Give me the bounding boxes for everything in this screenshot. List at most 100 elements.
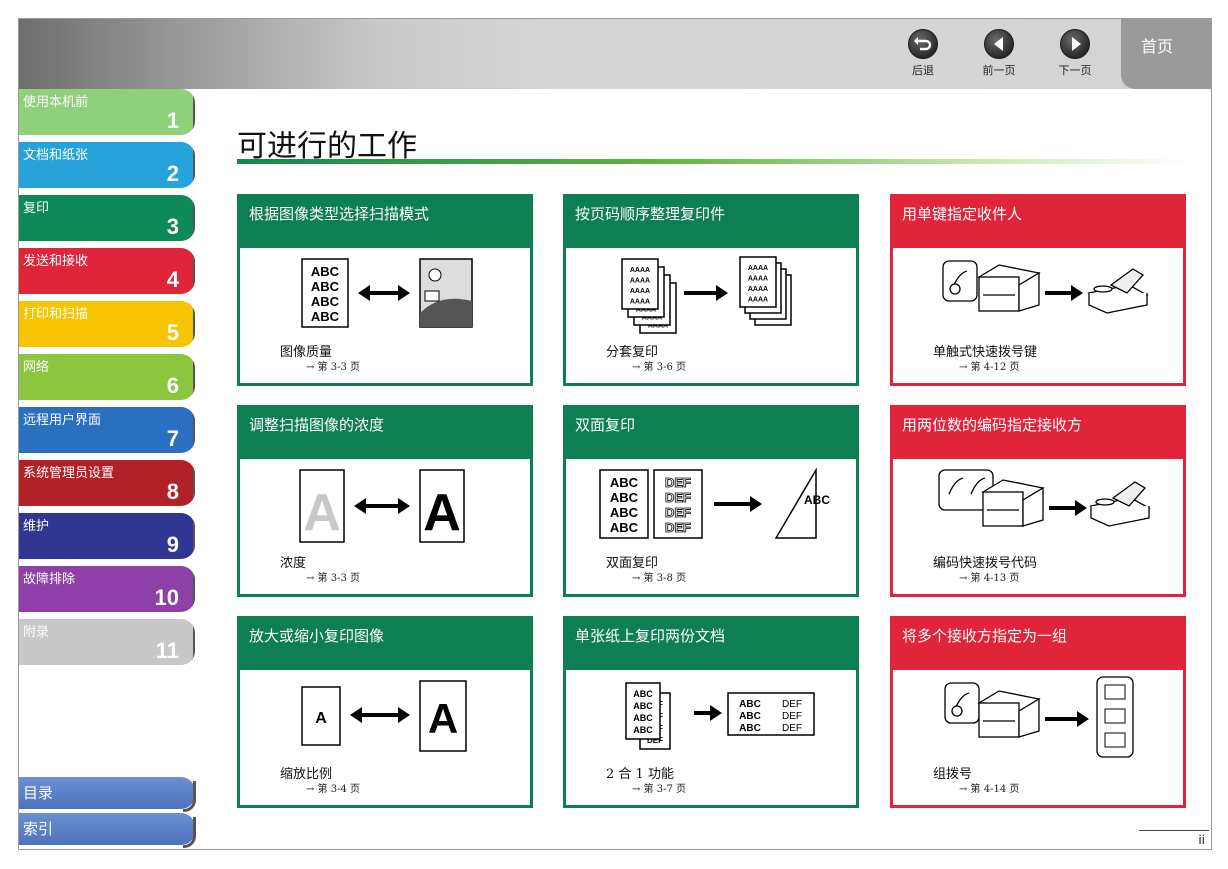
chapter-tab-1[interactable]: 使用本机前 1 bbox=[19, 89, 195, 135]
svg-text:AAAA: AAAA bbox=[630, 277, 650, 284]
page-reference-link[interactable]: → 第 3-6 页 bbox=[632, 358, 686, 373]
chapter-tab-label: 网络 bbox=[23, 360, 50, 375]
chapter-tab-6[interactable]: 网络 6 bbox=[19, 354, 195, 400]
chapter-tab-label: 故障排除 bbox=[23, 572, 76, 587]
chapter-tab-11[interactable]: 附录 11 bbox=[19, 619, 195, 665]
top-toolbar: 后退 前一页 下一页 首页 bbox=[19, 19, 1211, 89]
feature-card-image-quality[interactable]: 根据图像类型选择扫描模式 ABC ABC ABC ABC 图像质量 → 第 3-3 页 bbox=[237, 194, 533, 386]
previous-page-label: 前一页 bbox=[982, 64, 1016, 77]
svg-text:AAAA: AAAA bbox=[748, 296, 768, 303]
chapter-tab-4[interactable]: 发送和接收 4 bbox=[19, 248, 195, 294]
zoom-illustration: AA bbox=[240, 675, 530, 759]
svg-text:ABC: ABC bbox=[633, 701, 653, 711]
feature-card-two-on-one[interactable]: 单张纸上复印两份文档DEFDEFDEFDEFABCABCABCABCABCABC… bbox=[563, 616, 859, 808]
feature-card-title: 用两位数的编码指定接收方 bbox=[893, 408, 1183, 459]
title-underline bbox=[237, 159, 1187, 164]
home-tab[interactable]: 首页 bbox=[1121, 19, 1211, 89]
page-number-rule bbox=[1139, 830, 1209, 831]
svg-text:ABC: ABC bbox=[739, 723, 761, 734]
svg-text:ABC: ABC bbox=[610, 475, 639, 490]
svg-text:ABC: ABC bbox=[610, 490, 639, 505]
feature-card-two-sided[interactable]: 双面复印 ABC ABC ABC ABC DEF DEF DEF DEF ABC 双面复印 → 第 3… bbox=[563, 405, 859, 597]
page-reference-link[interactable]: → 第 4-12 页 bbox=[959, 358, 1019, 373]
svg-text:AAAA: AAAA bbox=[630, 298, 650, 305]
svg-text:A: A bbox=[303, 484, 341, 542]
chapter-tab-number: 8 bbox=[166, 479, 179, 504]
two-sided-illustration: ABC ABC ABC ABC DEF DEF DEF DEF ABC bbox=[566, 464, 856, 548]
chapter-tab-label: 复印 bbox=[23, 201, 50, 216]
svg-text:ABC: ABC bbox=[610, 505, 639, 520]
feature-card-density[interactable]: 调整扫描图像的浓度 A A 浓度 → 第 3-3 页 bbox=[237, 405, 533, 597]
page-reference-link[interactable]: → 第 3-8 页 bbox=[632, 569, 686, 584]
svg-text:DEF: DEF bbox=[665, 505, 691, 520]
triangle-left-icon bbox=[984, 29, 1014, 59]
feature-card-group-dial[interactable]: 将多个接收方指定为一组 组拨号 → 第 4-14 页 bbox=[890, 616, 1186, 808]
svg-text:DEF: DEF bbox=[665, 490, 691, 505]
page-reference-link[interactable]: → 第 3-4 页 bbox=[306, 780, 360, 795]
chapter-sidebar: 使用本机前 1 文档和纸张 2 复印 3 发送和接收 4 打印和扫描 5 网络 6 远程用户界面 7 系统管… bbox=[19, 89, 201, 849]
svg-text:DEF: DEF bbox=[665, 475, 691, 490]
svg-text:AAAA: AAAA bbox=[630, 288, 650, 295]
svg-text:ABC: ABC bbox=[739, 711, 761, 722]
page-number: ii bbox=[1198, 833, 1205, 847]
feature-card-one-touch[interactable]: 用单键指定收件人 单触式快速拨号键 → 第 4-12 页 bbox=[890, 194, 1186, 386]
svg-text:AAAA: AAAA bbox=[748, 275, 768, 282]
next-page-button[interactable]: 下一页 bbox=[1049, 29, 1101, 78]
contents-tab[interactable]: 目录 bbox=[19, 777, 196, 812]
feature-card-title: 用单键指定收件人 bbox=[893, 197, 1183, 248]
one-touch-illustration bbox=[893, 253, 1183, 337]
back-label: 后退 bbox=[912, 64, 934, 77]
chapter-tab-label: 附录 bbox=[23, 625, 50, 640]
chapter-tab-number: 6 bbox=[166, 373, 179, 398]
svg-text:ABC: ABC bbox=[739, 699, 761, 710]
svg-text:ABC: ABC bbox=[610, 520, 639, 535]
next-page-label: 下一页 bbox=[1058, 64, 1092, 77]
feature-card-title: 按页码顺序整理复印件 bbox=[566, 197, 856, 248]
chapter-tab-number: 5 bbox=[166, 320, 179, 345]
chapter-tab-label: 使用本机前 bbox=[23, 95, 89, 110]
svg-text:ABC: ABC bbox=[633, 689, 653, 699]
svg-text:DEF: DEF bbox=[782, 711, 802, 722]
chapter-tab-label: 打印和扫描 bbox=[23, 307, 89, 322]
svg-text:AAAA: AAAA bbox=[748, 286, 768, 293]
chapter-tab-number: 1 bbox=[166, 108, 179, 133]
svg-text:ABC: ABC bbox=[311, 309, 340, 324]
chapter-tab-label: 远程用户界面 bbox=[23, 413, 102, 428]
feature-card-title: 单张纸上复印两份文档 bbox=[566, 619, 856, 670]
feature-card-title: 将多个接收方指定为一组 bbox=[893, 619, 1183, 670]
feature-card-coded-dial[interactable]: 用两位数的编码指定接收方 编码快速拨号代码 → 第 4-13 页 bbox=[890, 405, 1186, 597]
feature-card-caption: 浓度 bbox=[280, 556, 307, 571]
svg-text:A: A bbox=[315, 710, 327, 727]
svg-text:DEF: DEF bbox=[782, 699, 802, 710]
previous-page-button[interactable]: 前一页 bbox=[973, 29, 1025, 78]
page-reference-link[interactable]: → 第 4-13 页 bbox=[959, 569, 1019, 584]
chapter-tab-number: 9 bbox=[166, 532, 179, 557]
svg-text:A: A bbox=[423, 484, 461, 542]
chapter-tab-label: 文档和纸张 bbox=[23, 148, 89, 163]
collate-illustration: AAAA AAAA AAAA AAAA AAAA AAAA AAAA AAAA AAAA AAAA… bbox=[566, 253, 856, 337]
chapter-tab-9[interactable]: 维护 9 bbox=[19, 513, 195, 559]
page-reference-link[interactable]: → 第 3-3 页 bbox=[306, 569, 360, 584]
index-tab[interactable]: 索引 bbox=[19, 813, 196, 848]
page-reference-link[interactable]: → 第 3-7 页 bbox=[632, 780, 686, 795]
feature-card-collate[interactable]: 按页码顺序整理复印件 AAAA AAAA AAAA AAAA AAAA AAAA AAAA AA… bbox=[563, 194, 859, 386]
chapter-tab-7[interactable]: 远程用户界面 7 bbox=[19, 407, 195, 453]
chapter-tab-10[interactable]: 故障排除 10 bbox=[19, 566, 195, 612]
svg-text:ABC: ABC bbox=[311, 279, 340, 294]
chapter-tab-2[interactable]: 文档和纸张 2 bbox=[19, 142, 195, 188]
triangle-right-icon bbox=[1060, 29, 1090, 59]
back-button[interactable]: 后退 bbox=[897, 29, 949, 78]
chapter-tab-3[interactable]: 复印 3 bbox=[19, 195, 195, 241]
chapter-tab-5[interactable]: 打印和扫描 5 bbox=[19, 301, 195, 347]
feature-card-title: 双面复印 bbox=[566, 408, 856, 459]
chapter-tab-8[interactable]: 系统管理员设置 8 bbox=[19, 460, 195, 506]
svg-text:AAAA: AAAA bbox=[748, 265, 768, 272]
svg-text:ABC: ABC bbox=[311, 264, 340, 279]
chapter-tab-label: 维护 bbox=[23, 519, 50, 534]
chapter-tab-number: 10 bbox=[154, 585, 179, 610]
feature-card-zoom[interactable]: 放大或缩小复印图像 A A 缩放比例 → 第 3-4 页 bbox=[237, 616, 533, 808]
page-reference-link[interactable]: → 第 4-14 页 bbox=[959, 780, 1019, 795]
chapter-tab-number: 2 bbox=[166, 161, 179, 186]
page-reference-link[interactable]: → 第 3-3 页 bbox=[306, 358, 360, 373]
svg-text:DEF: DEF bbox=[665, 520, 691, 535]
